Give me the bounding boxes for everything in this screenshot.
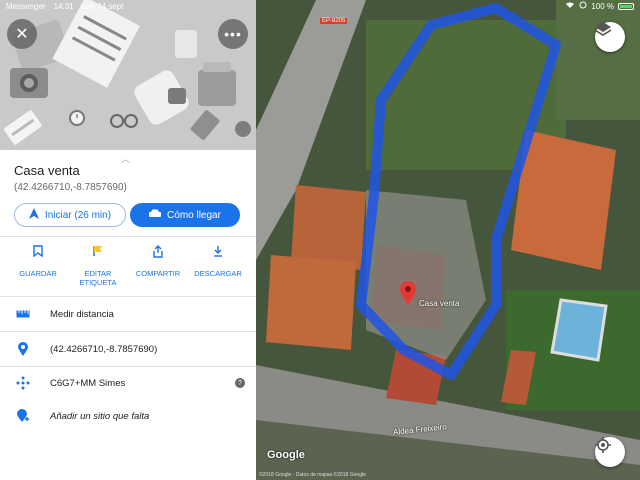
status-time: 14:31 bbox=[53, 1, 74, 11]
coordinates-row[interactable]: (42.4266710,-8.7857690) bbox=[0, 332, 256, 366]
add-place-icon bbox=[15, 408, 31, 424]
share-button[interactable]: COMPARTIR bbox=[126, 243, 190, 278]
battery-icon bbox=[618, 2, 634, 10]
download-label: DESCARGAR bbox=[194, 269, 242, 278]
save-label: GUARDAR bbox=[19, 269, 57, 278]
share-label: COMPARTIR bbox=[135, 269, 181, 278]
share-icon bbox=[150, 243, 166, 259]
place-hero-image: ✕ ••• bbox=[0, 0, 256, 150]
satellite-map[interactable]: EP-8205 Casa venta Aldea Freixeiro Googl… bbox=[256, 0, 640, 480]
download-icon bbox=[210, 243, 226, 259]
ruler-icon bbox=[15, 306, 31, 322]
directions-label: Cómo llegar bbox=[167, 209, 221, 221]
save-button[interactable]: GUARDAR bbox=[6, 243, 70, 278]
directions-button[interactable]: Cómo llegar bbox=[130, 203, 240, 227]
add-missing-place-row[interactable]: Añadir un sitio que falta bbox=[0, 399, 256, 433]
close-button[interactable]: ✕ bbox=[7, 19, 37, 49]
more-icon: ••• bbox=[224, 26, 242, 42]
google-logo: Google bbox=[267, 449, 305, 461]
divider bbox=[0, 236, 256, 237]
start-navigation-label: Iniciar (26 min) bbox=[44, 209, 112, 221]
status-app[interactable]: Messenger bbox=[6, 2, 46, 11]
flag-icon bbox=[90, 243, 106, 259]
start-navigation-button[interactable]: Iniciar (26 min) bbox=[14, 203, 126, 227]
add-missing-place-label: Añadir un sitio que falta bbox=[50, 410, 150, 422]
close-icon: ✕ bbox=[15, 26, 29, 43]
status-bar: Messenger 14:31 Lun 24 sept 100 % bbox=[0, 0, 640, 12]
measure-distance-label: Medir distancia bbox=[50, 308, 114, 320]
status-date: Lun 24 sept bbox=[81, 1, 124, 11]
place-title: Casa venta bbox=[14, 163, 80, 178]
rotation-lock-icon bbox=[579, 1, 587, 11]
car-icon bbox=[149, 209, 162, 221]
navigation-arrow-icon bbox=[28, 208, 39, 222]
place-panel: ✕ ••• ︿ Casa venta (42.4266710,-8.785769… bbox=[0, 0, 256, 480]
route-label: EP-8205 bbox=[320, 18, 348, 24]
coordinates-label: (42.4266710,-8.7857690) bbox=[50, 343, 158, 355]
more-options-button[interactable]: ••• bbox=[218, 19, 248, 49]
plus-code-label: C6G7+MM Simes bbox=[50, 377, 126, 389]
measure-distance-row[interactable]: Medir distancia bbox=[0, 297, 256, 331]
layers-button[interactable] bbox=[595, 22, 625, 52]
place-sheet: ︿ Casa venta (42.4266710,-8.7857690) Ini… bbox=[0, 150, 256, 480]
location-pin-icon bbox=[15, 341, 31, 357]
plus-code-row[interactable]: C6G7+MM Simes ? bbox=[0, 366, 256, 400]
sheet-handle-icon[interactable]: ︿ bbox=[121, 152, 130, 165]
battery-percent: 100 % bbox=[591, 1, 614, 11]
place-coordinates: (42.4266710,-8.7857690) bbox=[14, 182, 127, 193]
map-copyright: ©2018 Google · Datos de mapas ©2018 Goog… bbox=[259, 472, 366, 478]
bookmark-icon bbox=[30, 243, 46, 259]
plus-code-icon bbox=[15, 375, 31, 391]
edit-label-button[interactable]: EDITAR ETIQUETA bbox=[66, 243, 130, 287]
map-pin-label[interactable]: Casa venta bbox=[419, 299, 459, 308]
wifi-icon bbox=[565, 1, 575, 11]
my-location-button[interactable] bbox=[595, 437, 625, 467]
edit-label-label: EDITAR ETIQUETA bbox=[79, 269, 117, 287]
download-button[interactable]: DESCARGAR bbox=[186, 243, 250, 278]
help-icon[interactable]: ? bbox=[235, 378, 245, 388]
action-bar: GUARDAR EDITAR ETIQUETA COMPARTIR DESCAR… bbox=[0, 243, 256, 293]
